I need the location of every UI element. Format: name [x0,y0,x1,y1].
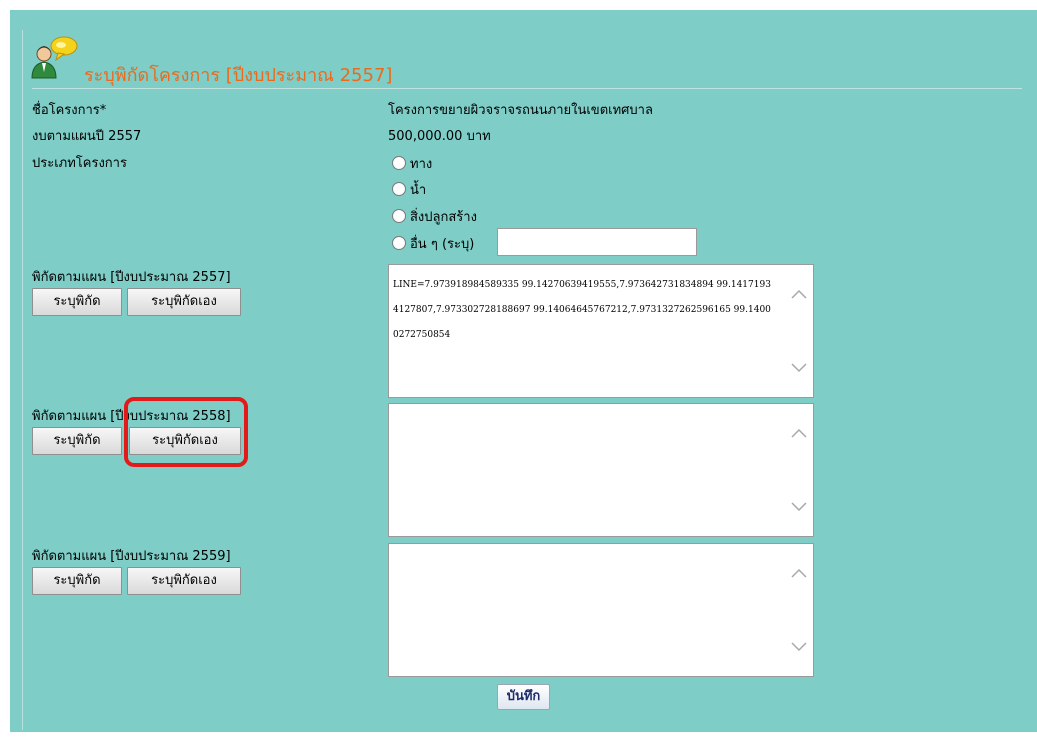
type-option-label: อื่น ๆ (ระบุ) [410,236,475,252]
type-option-label: น้ำ [410,182,427,198]
specify-coords-self-button-2557[interactable]: ระบุพิกัดเอง [127,288,241,316]
chevron-down-icon[interactable] [791,363,807,373]
panel-edge [22,30,23,730]
project-name-label: ชื่อโครงการ* [32,103,107,118]
save-button[interactable]: บันทึก [497,684,550,710]
title-divider [32,88,1022,89]
coords-textarea-2558[interactable] [388,403,814,537]
budget-label: งบตามแผนปี 2557 [32,129,142,144]
section-label-2559: พิกัดตามแผน [ปีงบประมาณ 2559] [32,549,231,564]
type-option-other[interactable]: อื่น ๆ (ระบุ) [392,232,474,254]
coords-text: LINE=7.973918984589335 99.14270639419555… [393,280,771,340]
radio-button[interactable] [392,156,406,170]
project-type-label: ประเภทโครงการ [32,156,127,171]
specify-coords-button-2559[interactable]: ระบุพิกัด [32,567,122,595]
section-label-2557: พิกัดตามแผน [ปีงบประมาณ 2557] [32,270,231,285]
page-title: ระบุพิกัดโครงการ [ปีงบประมาณ 2557] [84,65,393,86]
type-option-label: สิ่งปลูกสร้าง [410,209,477,225]
chevron-up-icon[interactable] [791,289,807,299]
specify-coords-button-2558[interactable]: ระบุพิกัด [32,427,122,455]
chevron-down-icon[interactable] [791,502,807,512]
type-option-label: ทาง [410,156,433,172]
specify-coords-button-2557[interactable]: ระบุพิกัด [32,288,122,316]
coords-textarea-2557[interactable]: LINE=7.973918984589335 99.14270639419555… [388,264,814,398]
coords-textarea-2559[interactable] [388,543,814,677]
type-option-building[interactable]: สิ่งปลูกสร้าง [392,205,477,227]
radio-button[interactable] [392,236,406,250]
chevron-up-icon[interactable] [791,568,807,578]
radio-button[interactable] [392,182,406,196]
chevron-up-icon[interactable] [791,428,807,438]
budget-value: 500,000.00 บาท [388,129,491,144]
specify-coords-self-button-2559[interactable]: ระบุพิกัดเอง [127,567,241,595]
type-option-water[interactable]: น้ำ [392,178,426,200]
chevron-down-icon[interactable] [791,642,807,652]
other-type-input[interactable] [497,228,697,256]
highlight-box [124,397,248,467]
project-name-value: โครงการขยายผิวจราจรถนนภายในเขตเทศบาล [388,103,653,118]
type-option-road[interactable]: ทาง [392,152,432,174]
user-chat-icon [31,36,78,79]
radio-button[interactable] [392,209,406,223]
